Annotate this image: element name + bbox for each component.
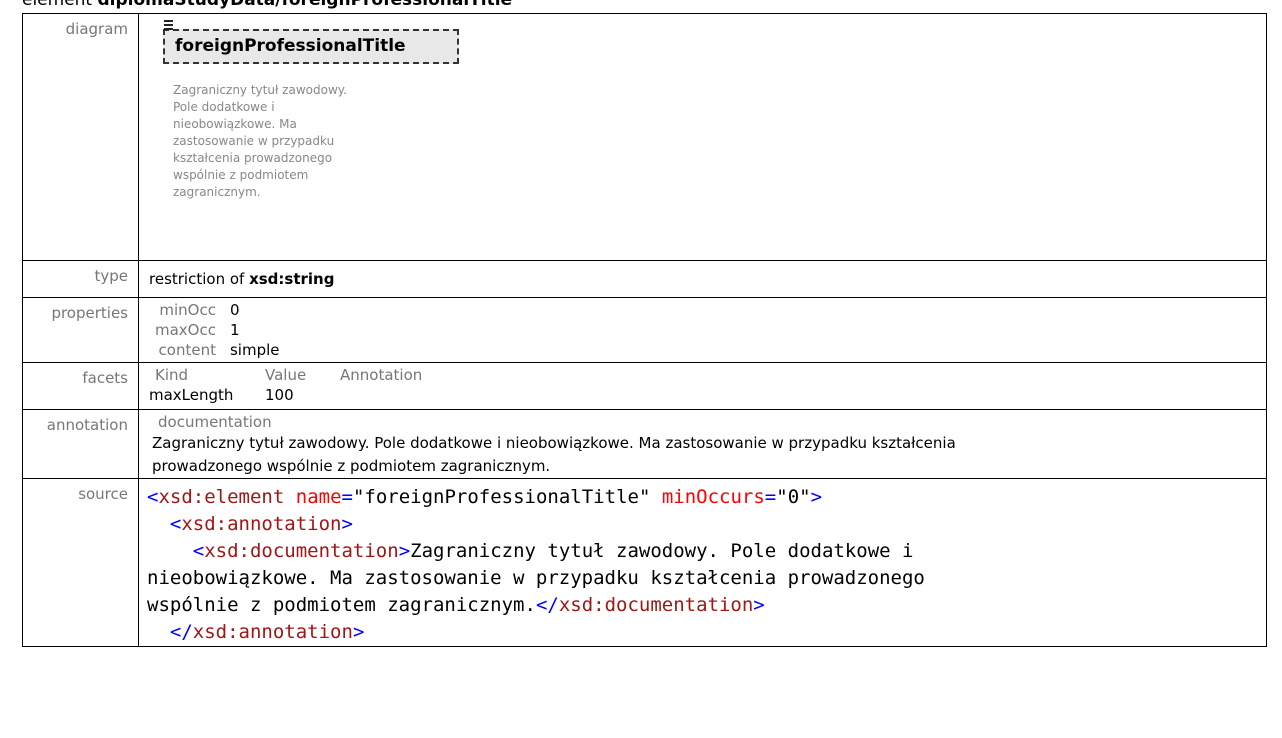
properties-row: properties minOcc 0 maxOcc 1 content sim… — [22, 297, 1267, 363]
diagram-doc-line: zagranicznym. — [173, 185, 261, 199]
properties-cell: minOcc 0 maxOcc 1 content simple — [138, 297, 1267, 363]
element-node-name: foreignProfessionalTitle — [175, 36, 406, 56]
documentation-line: Zagraniczny tytuł zawodowy. Pole dodatko… — [152, 434, 956, 452]
diagram-documentation: Zagraniczny tytuł zawodowy. Pole dodatko… — [173, 82, 378, 201]
type-row: type restriction of xsd:string — [22, 260, 1267, 298]
type-cell: restriction of xsd:string — [138, 260, 1267, 298]
source-line: <xsd:element name="foreignProfessionalTi… — [147, 486, 823, 508]
source-line: wspólnie z podmiotem zagranicznym.</xsd:… — [147, 594, 765, 616]
element-properties-table: diagram foreignProfessionalTitle Zagrani… — [22, 13, 1267, 647]
source-cell: <xsd:element name="foreignProfessionalTi… — [138, 478, 1267, 647]
source-line: <xsd:annotation> — [169, 513, 353, 535]
properties-label: properties — [22, 297, 139, 363]
diagram-doc-line: Pole dodatkowe i — [173, 100, 275, 114]
annotation-row: annotation documentation Zagraniczny tyt… — [22, 409, 1267, 479]
documentation-line: prowadzonego wspólnie z podmiotem zagran… — [152, 457, 551, 475]
facets-header-annotation: Annotation — [340, 366, 423, 384]
diagram-label: diagram — [22, 13, 139, 261]
element-node[interactable]: foreignProfessionalTitle — [163, 29, 459, 64]
property-row: minOcc 0 — [155, 300, 280, 320]
diagram-doc-line: kształcenia prowadzonego — [173, 151, 333, 165]
property-key: minOcc — [159, 301, 216, 319]
facet-kind: maxLength — [149, 386, 234, 404]
source-label: source — [22, 478, 139, 647]
property-key: maxOcc — [155, 321, 216, 339]
diagram-doc-line: wspólnie z podmiotem — [173, 168, 309, 182]
diagram-row: diagram foreignProfessionalTitle Zagrani… — [22, 13, 1267, 261]
annotation-lines-icon — [164, 20, 173, 32]
facet-value: 100 — [265, 386, 294, 404]
facets-header-kind: Kind — [155, 366, 189, 384]
source-line: </xsd:annotation> — [169, 621, 365, 643]
properties-list: minOcc 0 maxOcc 1 content simple — [155, 300, 280, 360]
annotation-cell: documentation Zagraniczny tytuł zawodowy… — [138, 409, 1267, 479]
property-row: content simple — [155, 340, 280, 360]
type-base-link[interactable]: xsd:string — [249, 270, 334, 288]
facets-header: Kind Value Annotation — [149, 365, 1266, 385]
facets-label: facets — [22, 362, 139, 410]
annotation-label: annotation — [22, 409, 139, 479]
diagram-doc-line: zastosowanie w przypadku — [173, 134, 335, 148]
facets-row: facets Kind Value Annotation maxLength 100 — [22, 362, 1267, 410]
facets-cell: Kind Value Annotation maxLength 100 — [138, 362, 1267, 410]
page-heading: element diplomaStudyData/foreignProfessi… — [22, 0, 512, 10]
source-row: source <xsd:element name="foreignProfess… — [22, 478, 1267, 647]
facet-row: maxLength 100 — [149, 385, 1266, 405]
documentation-text: Zagraniczny tytuł zawodowy. Pole dodatko… — [139, 432, 1266, 478]
facets-table: Kind Value Annotation maxLength 100 — [149, 365, 1266, 405]
type-label: type — [22, 260, 139, 298]
source-line: nieobowiązkowe. Ma zastosowanie w przypa… — [147, 567, 925, 589]
property-value: 0 — [229, 301, 240, 319]
type-prefix: restriction of — [149, 270, 250, 288]
diagram-area: foreignProfessionalTitle Zagraniczny tyt… — [139, 14, 1266, 260]
source-code: <xsd:element name="foreignProfessionalTi… — [147, 479, 1266, 646]
property-key: content — [158, 341, 216, 359]
diagram-doc-line: Zagraniczny tytuł zawodowy. — [173, 83, 347, 97]
diagram-cell: foreignProfessionalTitle Zagraniczny tyt… — [138, 13, 1267, 261]
property-value: simple — [229, 341, 280, 359]
property-value: 1 — [229, 321, 240, 339]
element-path: diplomaStudyData/foreignProfessionalTitl… — [97, 0, 513, 10]
documentation-label: documentation — [158, 413, 272, 431]
heading-prefix: element — [22, 0, 98, 10]
property-row: maxOcc 1 — [155, 320, 280, 340]
facets-header-value: Value — [265, 366, 307, 384]
diagram-doc-line: nieobowiązkowe. Ma — [173, 117, 297, 131]
source-line: <xsd:documentation>Zagraniczny tytuł zaw… — [192, 540, 914, 562]
